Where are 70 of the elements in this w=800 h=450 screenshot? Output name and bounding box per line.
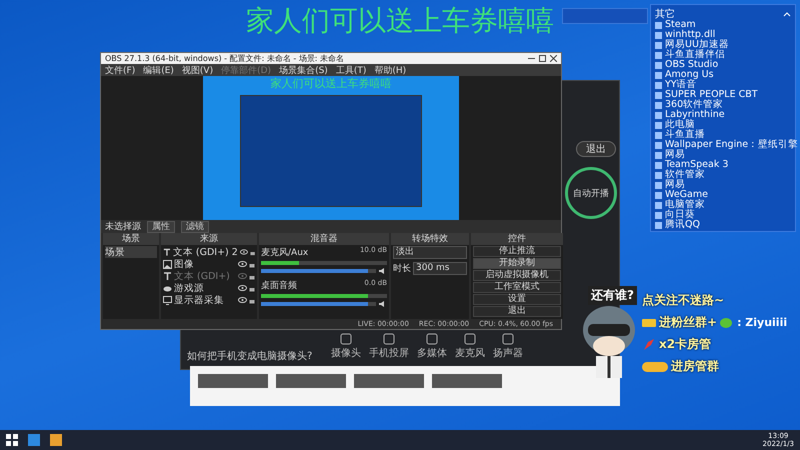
transition-select[interactable]: 淡出: [393, 246, 467, 259]
control-button[interactable]: 退出: [473, 306, 561, 317]
window-title: OBS 27.1.3 (64-bit, windows) - 配置文件: 未命名 - 场景: 未命名: [105, 53, 346, 64]
shortcut-item[interactable]: 360软件管家: [665, 100, 724, 110]
panel-title: 其它: [655, 8, 675, 20]
source-item[interactable]: 文本 (GDI+) 2: [172, 246, 238, 258]
duration-field[interactable]: 300 ms: [413, 262, 467, 275]
control-button[interactable]: 停止推流: [473, 246, 561, 257]
control-button[interactable]: 启动虚拟摄像机: [473, 270, 561, 281]
source-bar-button[interactable]: 属性: [147, 220, 175, 232]
shortcut-item[interactable]: 网易: [665, 150, 685, 160]
overlay-text: 点关注不迷路~: [642, 292, 724, 309]
menu-item[interactable]: 视图(V): [182, 64, 214, 76]
exit-button[interactable]: 退出: [576, 141, 616, 157]
shortcut-item[interactable]: 腾讯QQ: [665, 220, 700, 230]
toolbar-button[interactable]: 手机投屏: [369, 333, 409, 360]
overlay-text: 进房管群: [671, 358, 719, 375]
speech-bubble: 还有谁?: [588, 286, 637, 305]
toolbar-button[interactable]: 摄像头: [331, 333, 361, 360]
shortcut-item[interactable]: 斗鱼直播伴侣: [665, 50, 725, 60]
shortcut-item[interactable]: Labyrinthine: [665, 110, 725, 120]
banner-text: 家人们可以送上车券嘻嘻: [245, 3, 555, 39]
overlay-text: 进粉丝群+: [659, 314, 718, 331]
shortcut-item[interactable]: winhttp.dll: [665, 30, 716, 40]
shortcut-item[interactable]: WeGame: [665, 190, 708, 200]
overlay-text: x2卡房管: [659, 336, 712, 353]
shortcut-item[interactable]: YY语音: [665, 80, 697, 90]
shortcut-item[interactable]: Wallpaper Engine：壁纸引擎: [665, 140, 798, 150]
preview-banner-text: 家人们可以送上车券嘻嘻: [270, 76, 392, 91]
dock-title: 转场特效: [391, 233, 469, 245]
shortcut-item[interactable]: 网易UU加速器: [665, 40, 729, 50]
shortcut-item[interactable]: 向日葵: [665, 210, 695, 220]
channel-name: 桌面音频: [261, 280, 297, 292]
auto-start-button[interactable]: 自动开播: [565, 167, 617, 219]
overlay-text: : Ziyuiiii: [737, 316, 788, 329]
source-item[interactable]: 游戏源: [174, 282, 236, 294]
source-item[interactable]: 显示器采集: [174, 294, 236, 306]
shortcut-item[interactable]: TeamSpeak 3: [665, 160, 728, 170]
no-source-label: 未选择源: [105, 220, 141, 233]
shortcut-item[interactable]: 软件管家: [665, 170, 705, 180]
shortcut-item[interactable]: OBS Studio: [665, 60, 718, 70]
shortcut-item[interactable]: Steam: [665, 20, 696, 30]
dock-title: 场景: [103, 233, 159, 245]
source-item[interactable]: 图像: [174, 258, 236, 270]
source-bar-button[interactable]: 滤镜: [181, 220, 209, 232]
menu-item[interactable]: 编辑(E): [143, 64, 174, 76]
dock-title: 控件: [471, 233, 563, 245]
menu-item[interactable]: 场景集合(S): [279, 64, 328, 76]
control-button[interactable]: 开始录制: [473, 258, 561, 269]
toolbar-button[interactable]: 多媒体: [417, 333, 447, 360]
control-button[interactable]: 设置: [473, 294, 561, 305]
dock-title: 来源: [161, 233, 257, 245]
toolbar-button[interactable]: 扬声器: [493, 333, 523, 360]
duration-label: 时长: [393, 262, 411, 275]
menu-item[interactable]: 工具(T): [336, 64, 366, 76]
shortcut-item[interactable]: 网易: [665, 180, 685, 190]
shortcut-item[interactable]: 斗鱼直播: [665, 130, 705, 140]
control-button[interactable]: 工作室模式: [473, 282, 561, 293]
tip-text: 如何把手机变成电脑摄像头?: [187, 350, 312, 363]
shortcut-item[interactable]: 电脑管家: [665, 200, 705, 210]
shortcut-item[interactable]: 此电脑: [665, 120, 695, 130]
source-item[interactable]: 文本 (GDI+): [174, 270, 236, 282]
shortcut-item[interactable]: SUPER PEOPLE CBT: [665, 90, 758, 100]
menu-item[interactable]: 帮助(H): [374, 64, 406, 76]
shortcut-item[interactable]: Among Us: [665, 70, 714, 80]
scene-item[interactable]: 场景: [105, 246, 157, 258]
channel-name: 麦克风/Aux: [261, 246, 308, 259]
dock-title: 混音器: [259, 233, 389, 245]
menu-item[interactable]: 文件(F): [105, 64, 136, 76]
toolbar-button[interactable]: 麦克风: [455, 333, 485, 360]
